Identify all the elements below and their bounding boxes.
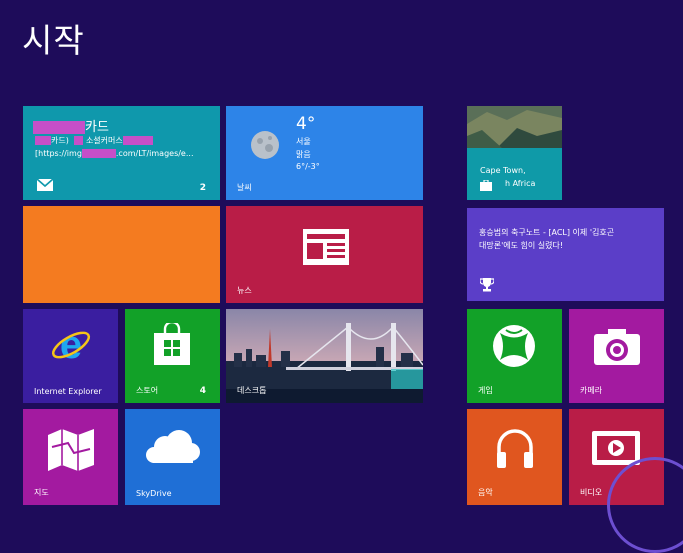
news-tile[interactable]: 뉴스 bbox=[226, 206, 423, 303]
moon-icon bbox=[251, 131, 279, 159]
newspaper-icon bbox=[303, 229, 349, 265]
store-update-count: 4 bbox=[199, 386, 206, 396]
travel-caption-line2: h Africa bbox=[505, 179, 536, 188]
skydrive-label: SkyDrive bbox=[136, 489, 172, 498]
redacted-block bbox=[122, 136, 153, 145]
news-label: 뉴스 bbox=[237, 286, 252, 295]
xbox-icon bbox=[493, 325, 535, 367]
travel-photo bbox=[467, 106, 562, 148]
mail-tile[interactable]: 카드 카드) 소셜커머스 [https://img .com/LT/images/… bbox=[23, 106, 220, 200]
internet-explorer-icon: e bbox=[51, 325, 91, 365]
suitcase-icon bbox=[480, 180, 492, 191]
weather-temperature: 4° bbox=[296, 114, 316, 134]
redacted-block bbox=[74, 136, 84, 145]
skydrive-tile[interactable]: SkyDrive bbox=[125, 409, 220, 505]
mail-preview: [https://img .com/LT/images/e... bbox=[35, 149, 194, 158]
maps-tile[interactable]: 지도 bbox=[23, 409, 118, 505]
camera-tile[interactable]: 카메라 bbox=[569, 309, 664, 403]
mail-unread-count: 2 bbox=[199, 183, 206, 193]
store-bag-icon bbox=[154, 323, 190, 365]
headphones-icon bbox=[497, 429, 533, 468]
store-label: 스토어 bbox=[136, 386, 159, 395]
music-tile[interactable]: 음악 bbox=[467, 409, 562, 505]
redacted-block bbox=[35, 136, 51, 145]
internet-explorer-label: Internet Explorer bbox=[34, 387, 102, 396]
video-icon bbox=[592, 431, 640, 465]
cloud-icon bbox=[146, 430, 200, 463]
internet-explorer-tile[interactable]: e Internet Explorer bbox=[23, 309, 118, 403]
start-screen-title: 시작 bbox=[22, 21, 85, 60]
svg-text:e: e bbox=[60, 325, 82, 365]
orange-tile[interactable] bbox=[23, 206, 220, 303]
mail-subject: 카드) 소셜커머스 bbox=[35, 135, 153, 146]
redacted-block bbox=[33, 121, 85, 134]
video-label: 비디오 bbox=[580, 488, 603, 497]
map-icon bbox=[48, 429, 94, 471]
desktop-tile[interactable]: 데스크톱 bbox=[226, 309, 423, 403]
sports-headline: 홍승범의 축구노트 - [ACL] 이제 '김호곤 대망론'에도 힘이 실렸다! bbox=[479, 228, 615, 250]
travel-caption-line1: Cape Town, bbox=[480, 166, 526, 175]
sports-tile[interactable]: 홍승범의 축구노트 - [ACL] 이제 '김호곤 대망론'에도 힘이 실렸다! bbox=[467, 208, 664, 301]
desktop-label: 데스크톱 bbox=[237, 386, 267, 395]
travel-tile[interactable]: Cape Town, h Africa bbox=[467, 106, 562, 200]
camera-icon bbox=[594, 329, 640, 365]
weather-condition: 맑음 bbox=[296, 150, 311, 159]
weather-range: 6°/-3° bbox=[296, 162, 320, 171]
redacted-block bbox=[81, 149, 116, 158]
weather-city: 서울 bbox=[296, 137, 311, 146]
maps-label: 지도 bbox=[34, 488, 49, 497]
games-tile[interactable]: 게임 bbox=[467, 309, 562, 403]
camera-label: 카메라 bbox=[580, 386, 603, 395]
trophy-icon bbox=[480, 278, 494, 292]
store-tile[interactable]: 스토어 4 bbox=[125, 309, 220, 403]
envelope-icon bbox=[37, 179, 53, 191]
games-label: 게임 bbox=[478, 386, 493, 395]
weather-tile[interactable]: 4° 서울 맑음 6°/-3° 날씨 bbox=[226, 106, 423, 200]
weather-label: 날씨 bbox=[237, 183, 252, 192]
music-label: 음악 bbox=[478, 488, 493, 497]
mail-sender: 카드 bbox=[33, 116, 109, 135]
